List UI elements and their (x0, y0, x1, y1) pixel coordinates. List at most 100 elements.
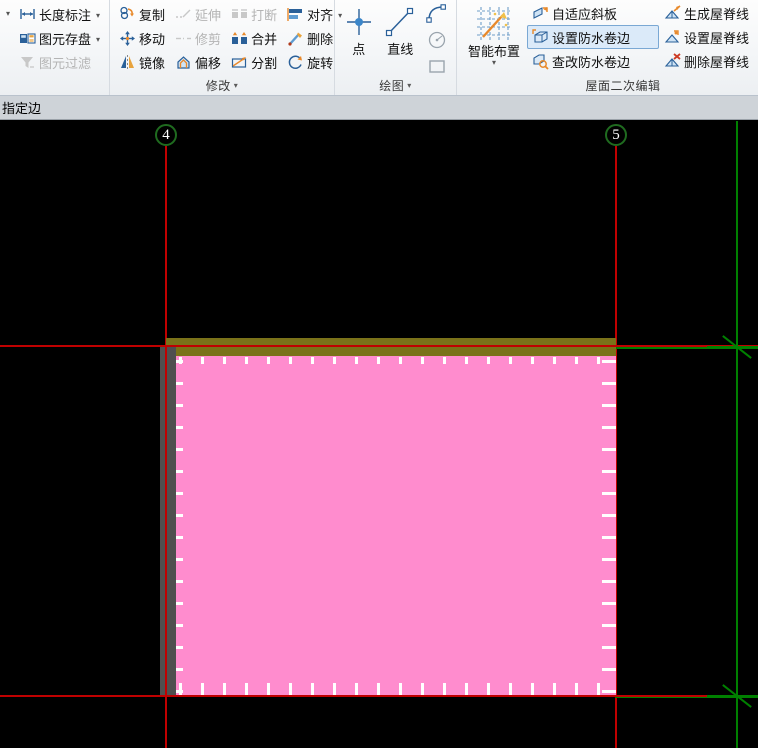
waterproof-tick (602, 470, 616, 473)
delete-ridge-line-button[interactable]: 删除屋脊线 (659, 49, 758, 73)
ribbon-group-roof-second-edit: 智能布置 ▾ 自适应斜板 设置防水卷边 查改防水卷边 生成屋脊线 设置屋脊线 删… (456, 0, 758, 95)
waterproof-tick (602, 668, 616, 671)
move-icon (119, 30, 136, 47)
waterproof-tick (602, 404, 616, 407)
merge-button[interactable]: 合并 (226, 26, 282, 50)
circle-icon[interactable] (426, 30, 448, 50)
grid-bubble-5[interactable]: 5 (605, 124, 627, 146)
waterproof-tick (223, 357, 226, 364)
trim-button[interactable]: 修剪 (170, 26, 226, 50)
grid-bubble-4[interactable]: 4 (155, 124, 177, 146)
rotate-label: 旋转 (307, 55, 334, 71)
ribbon-group-draw-body: 点 直线 (335, 0, 456, 77)
ribbon-group-modify: 复制 移动 镜像 延伸 修剪 偏移 打断 合并 分割 对齐 ▾ 删除 旋转 修改… (109, 0, 342, 95)
waterproof-tick (602, 580, 616, 583)
length-dimension-button[interactable]: 长度标注 ▾ (14, 2, 105, 26)
extend-icon (175, 6, 192, 23)
set-waterproof-upturn-label: 设置防水卷边 (552, 30, 631, 46)
delete-ridge-line-label: 删除屋脊线 (684, 54, 750, 70)
line-icon (383, 5, 417, 43)
length-dimension-dropdown-caret-icon[interactable]: ▾ (96, 11, 100, 20)
rectangle-icon[interactable] (426, 57, 448, 77)
waterproof-tick (509, 357, 512, 364)
mirror-label: 镜像 (139, 55, 166, 71)
waterproof-tick (602, 624, 616, 627)
delete-label: 删除 (307, 31, 334, 47)
element-save-button[interactable]: 图元存盘 ▾ (14, 26, 105, 50)
arc-icon[interactable] (426, 3, 448, 23)
waterproof-tick (597, 357, 600, 364)
crosshair-bottom-horizontal (707, 695, 758, 697)
roof-parapet-edge-line (0, 345, 758, 347)
extend-label: 延伸 (195, 7, 222, 23)
extend-button[interactable]: 延伸 (170, 2, 226, 26)
waterproof-ticks-top (176, 357, 616, 365)
ribbon-toolbar: ▾ 长度标注 ▾ 图元存盘 ▾ 图元过滤 复制 移动 镜像 延伸 修剪 偏移 打… (0, 0, 758, 96)
point-label: 点 (352, 42, 366, 57)
adaptive-slope-slab-icon (532, 5, 549, 22)
offset-button[interactable]: 偏移 (170, 50, 226, 74)
draw-shape-column (422, 1, 452, 77)
align-icon (287, 6, 304, 23)
generate-ridge-line-button[interactable]: 生成屋脊线 (659, 1, 758, 25)
waterproof-ticks-right (601, 356, 616, 697)
length-dimension-label: 长度标注 (39, 7, 92, 23)
smart-layout-label: 智能布置 (468, 44, 521, 59)
element-save-dropdown-caret-icon[interactable]: ▾ (96, 35, 100, 44)
draw-group-dialog-launcher-icon[interactable]: ▾ (407, 81, 412, 90)
set-ridge-line-icon (664, 29, 681, 46)
smart-layout-button[interactable]: 智能布置 ▾ (461, 1, 527, 77)
modify-column-3: 打断 合并 分割 (226, 2, 282, 77)
align-label: 对齐 (307, 7, 334, 23)
break-button[interactable]: 打断 (226, 2, 282, 26)
adaptive-slope-slab-button[interactable]: 自适应斜板 (527, 1, 659, 25)
waterproof-tick (602, 558, 616, 561)
check-waterproof-upturn-button[interactable]: 查改防水卷边 (527, 49, 659, 73)
move-button[interactable]: 移动 (114, 26, 170, 50)
element-save-icon (19, 30, 36, 47)
merge-label: 合并 (251, 31, 278, 47)
merge-icon (231, 30, 248, 47)
modify-column-2: 延伸 修剪 偏移 (170, 2, 226, 77)
delete-ridge-line-icon (664, 52, 681, 70)
waterproof-tick (602, 426, 616, 429)
split-button[interactable]: 分割 (226, 50, 282, 74)
modify-column-1: 复制 移动 镜像 (114, 2, 170, 77)
mirror-button[interactable]: 镜像 (114, 50, 170, 74)
ridge-line-button-column: 生成屋脊线 设置屋脊线 删除屋脊线 (659, 1, 758, 77)
waterproof-tick (311, 357, 314, 364)
ribbon-group-annotation-body: ▾ 长度标注 ▾ 图元存盘 ▾ 图元过滤 (0, 0, 109, 77)
point-button[interactable]: 点 (339, 1, 379, 77)
set-ridge-line-button[interactable]: 设置屋脊线 (659, 25, 758, 49)
waterproof-tick (602, 360, 616, 363)
waterproof-tick (176, 470, 183, 473)
waterproof-tick (176, 404, 183, 407)
set-waterproof-upturn-button[interactable]: 设置防水卷边 (527, 25, 660, 49)
element-filter-button[interactable]: 图元过滤 (14, 50, 105, 74)
smart-layout-dropdown-caret-icon[interactable]: ▾ (492, 59, 496, 67)
ribbon-group-draw: 点 直线 绘图 ▾ (334, 0, 456, 95)
mirror-icon (119, 54, 136, 71)
waterproof-tick (176, 668, 183, 671)
break-label: 打断 (251, 7, 278, 23)
copy-button[interactable]: 复制 (114, 2, 170, 26)
waterproof-tick (176, 514, 183, 517)
modify-group-dialog-launcher-icon[interactable]: ▾ (234, 81, 239, 90)
line-label: 直线 (387, 42, 414, 57)
waterproof-tick (176, 580, 183, 583)
waterproof-tick (176, 624, 183, 627)
grid-bubble-5-label: 5 (612, 126, 620, 143)
waterproof-tick (176, 602, 183, 605)
smart-layout-icon (473, 5, 515, 45)
group-overflow-caret-icon[interactable]: ▾ (2, 2, 14, 77)
ribbon-group-draw-title-text: 绘图 (379, 79, 405, 93)
roof-side-wall-axis-line (165, 347, 167, 697)
roof-slab-fill[interactable] (176, 356, 616, 697)
guide-line-vertical (736, 121, 738, 748)
waterproof-tick (245, 357, 248, 364)
line-button[interactable]: 直线 (381, 1, 421, 77)
drawing-canvas[interactable]: 4 5 (0, 121, 758, 748)
split-icon (231, 54, 248, 71)
roof-slab-bottom-edge-line (0, 695, 758, 697)
trim-icon (175, 30, 192, 47)
